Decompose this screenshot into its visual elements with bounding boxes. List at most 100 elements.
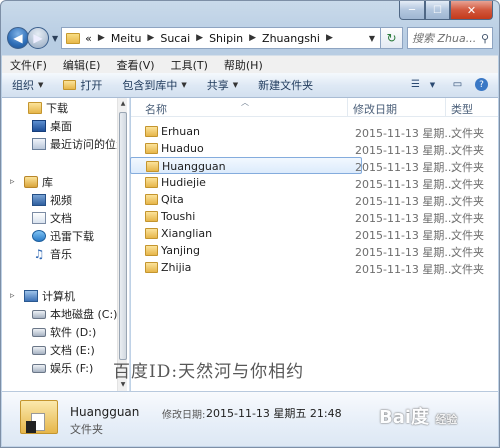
file-date: 2015-11-13 星期... (355, 246, 455, 259)
video-library-icon (32, 194, 46, 206)
command-bar: 组织 ▼ 打开 包含到库中 ▼ 共享 ▼ 新建文件夹 ☰ ▼ ▭ ? (2, 73, 498, 98)
sidebar-item-computer[interactable]: 计算机 (24, 287, 129, 305)
breadcrumb-sucai[interactable]: Sucai (160, 32, 190, 45)
file-row-hudiejie[interactable]: Hudiejie 2015-11-13 星期... 文件夹 (141, 174, 496, 191)
file-date: 2015-11-13 星期... (355, 263, 455, 276)
expand-library-icon[interactable]: ▹ (10, 177, 15, 187)
chevron-right-icon[interactable]: ▶ (326, 33, 333, 43)
file-row-zhijia[interactable]: Zhijia 2015-11-13 星期... 文件夹 (141, 259, 496, 276)
file-name: Zhijia (161, 261, 192, 274)
file-row-huaduo[interactable]: Huaduo 2015-11-13 星期... 文件夹 (141, 140, 496, 157)
downloads-folder-icon (28, 102, 42, 114)
column-header-name[interactable]: 名称 (145, 101, 167, 117)
sidebar-item-videos[interactable]: 视频 (32, 191, 129, 209)
sidebar-item-recent-places[interactable]: 最近访问的位置 (32, 135, 129, 153)
sidebar-item-xunlei-downloads[interactable]: 迅雷下载 (32, 227, 129, 245)
sidebar-item-drive-c[interactable]: 本地磁盘 (C:) (32, 305, 129, 323)
folder-icon (145, 143, 158, 154)
chevron-right-icon[interactable]: ▶ (196, 33, 203, 43)
watermark-text: 百度ID:天然河与你相约 (113, 362, 305, 382)
recent-pages-dropdown[interactable]: ▼ (52, 34, 58, 43)
scroll-up-arrow-icon[interactable]: ▲ (118, 98, 128, 110)
include-in-library-button[interactable]: 包含到库中 ▼ (122, 77, 186, 93)
sidebar-item-documents[interactable]: 文档 (32, 209, 129, 227)
preview-pane-icon[interactable]: ▭ (450, 78, 465, 91)
sidebar-item-music[interactable]: ♫ 音乐 (32, 245, 129, 263)
search-placeholder: 搜索 Zhua... (412, 32, 477, 45)
hard-drive-icon (32, 345, 46, 355)
share-label: 共享 (206, 79, 229, 92)
address-bar[interactable]: « ▶ Meitu ▶ Sucai ▶ Shipin ▶ Zhuangshi ▶… (61, 27, 381, 49)
open-button[interactable]: 打开 (63, 77, 102, 93)
address-dropdown-icon[interactable]: ▼ (364, 34, 380, 43)
folder-icon (145, 177, 158, 188)
view-controls: ☰ ▼ ▭ ? (398, 78, 488, 91)
file-row-yanjing[interactable]: Yanjing 2015-11-13 星期... 文件夹 (141, 242, 496, 259)
back-button[interactable]: ◀ (7, 27, 29, 49)
folder-icon (145, 245, 158, 256)
menu-tools[interactable]: 工具(T) (171, 57, 208, 73)
sidebar-item-libraries[interactable]: 库 (24, 173, 129, 191)
refresh-button[interactable]: ↻ (381, 27, 403, 49)
file-type: 文件夹 (451, 229, 484, 242)
computer-icon (24, 290, 38, 302)
chevron-right-icon[interactable]: ▶ (147, 33, 154, 43)
column-header-type[interactable]: 类型 (451, 101, 473, 117)
help-icon[interactable]: ? (475, 78, 488, 91)
sidebar-item-label: 迅雷下载 (50, 230, 94, 243)
file-row-huangguan-details[interactable]: 2015-11-13 星期... 文件夹 (141, 157, 496, 174)
menu-help[interactable]: 帮助(H) (224, 57, 263, 73)
file-row-toushi[interactable]: Toushi 2015-11-13 星期... 文件夹 (141, 208, 496, 225)
organize-button[interactable]: 组织 ▼ (12, 77, 43, 93)
file-name: Qita (161, 193, 184, 206)
view-options-icon[interactable]: ☰ (408, 78, 423, 91)
details-modified-value: 2015-11-13 星期五 21:48 (206, 407, 342, 420)
breadcrumb-zhuangshi[interactable]: Zhuangshi (262, 32, 320, 45)
breadcrumb-overflow[interactable]: « (85, 32, 92, 45)
column-divider[interactable] (445, 98, 446, 117)
search-input[interactable]: 搜索 Zhua... ⚲ (407, 27, 493, 49)
chevron-right-icon[interactable]: ▶ (249, 33, 256, 43)
maximize-button[interactable]: ☐ (425, 1, 450, 20)
file-type: 文件夹 (451, 195, 484, 208)
breadcrumb-meitu[interactable]: Meitu (111, 32, 142, 45)
sidebar-item-label: 桌面 (50, 120, 72, 133)
breadcrumb-shipin[interactable]: Shipin (209, 32, 243, 45)
sidebar-item-downloads[interactable]: 下载 (28, 99, 129, 117)
menu-view[interactable]: 查看(V) (116, 57, 154, 73)
folder-icon (145, 211, 158, 222)
sidebar-item-label: 计算机 (42, 290, 75, 303)
sidebar-item-label: 娱乐 (F:) (50, 362, 94, 375)
chevron-down-icon[interactable]: ▼ (425, 78, 440, 91)
sidebar-item-drive-d[interactable]: 软件 (D:) (32, 323, 129, 341)
share-button[interactable]: 共享 ▼ (207, 77, 238, 93)
chevron-right-icon[interactable]: ▶ (98, 33, 105, 43)
minimize-button[interactable]: ─ (399, 1, 425, 20)
close-button[interactable]: ✕ (450, 1, 493, 20)
file-date: 2015-11-13 星期... (355, 178, 455, 191)
sidebar-item-label: 文档 (E:) (50, 344, 95, 357)
file-date: 2015-11-13 星期... (355, 229, 455, 242)
file-row-qita[interactable]: Qita 2015-11-13 星期... 文件夹 (141, 191, 496, 208)
menu-file[interactable]: 文件(F) (10, 57, 47, 73)
file-name: Toushi (161, 210, 196, 223)
file-row-erhuan[interactable]: Erhuan 2015-11-13 星期... 文件夹 (141, 123, 496, 140)
column-header-date[interactable]: 修改日期 (353, 101, 397, 117)
file-name: Huaduo (161, 142, 204, 155)
new-folder-button[interactable]: 新建文件夹 (258, 77, 313, 93)
sidebar-item-desktop[interactable]: 桌面 (32, 117, 129, 135)
column-divider[interactable] (347, 98, 348, 117)
sidebar-item-label: 最近访问的位置 (50, 138, 127, 151)
scrollbar-thumb[interactable] (119, 112, 127, 360)
file-type: 文件夹 (451, 178, 484, 191)
forward-button[interactable]: ▶ (27, 27, 49, 49)
organize-label: 组织 (12, 79, 34, 92)
expand-computer-icon[interactable]: ▹ (10, 291, 15, 301)
search-icon[interactable]: ⚲ (481, 32, 489, 45)
folder-open-icon (63, 80, 77, 90)
menu-edit[interactable]: 编辑(E) (63, 57, 101, 73)
open-label: 打开 (80, 79, 103, 92)
file-row-xianglian[interactable]: Xianglian 2015-11-13 星期... 文件夹 (141, 225, 496, 242)
include-label: 包含到库中 (122, 79, 178, 92)
navigation-scrollbar[interactable]: ▲ ▼ (117, 98, 127, 391)
